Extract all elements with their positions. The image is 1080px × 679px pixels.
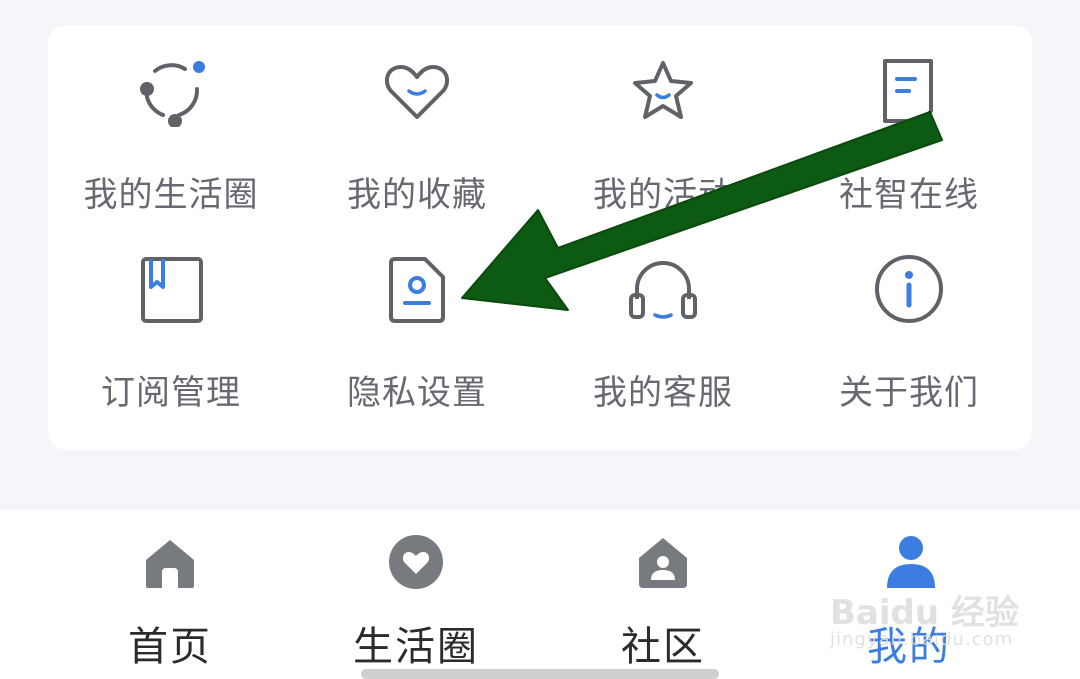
star-icon bbox=[633, 61, 693, 119]
grid-item-label: 订阅管理 bbox=[101, 373, 241, 413]
grid-item-social-online[interactable]: 社智在线 bbox=[786, 25, 1032, 225]
grid-item-my-activities[interactable]: 我的活动 bbox=[540, 25, 786, 225]
watermark-sub: jingyan.baidu.com bbox=[830, 629, 1014, 650]
grid-item-about-us[interactable]: 关于我们 bbox=[786, 223, 1032, 423]
grid-item-label: 我的生活圈 bbox=[83, 175, 259, 215]
tab-label: 社区 bbox=[621, 624, 705, 670]
heart-icon bbox=[384, 65, 450, 119]
grid-item-label: 关于我们 bbox=[839, 373, 979, 413]
grid-item-label: 社智在线 bbox=[839, 175, 979, 215]
grid-item-customer-service[interactable]: 我的客服 bbox=[540, 223, 786, 423]
watermark-main: Baidu 经验 bbox=[830, 593, 1019, 633]
tab-community[interactable]: 社区 bbox=[528, 510, 798, 679]
feature-card: 我的生活圈 我的收藏 我的活动 社智在线 订阅管理 隐私设置 我的客服 关于我们 bbox=[48, 25, 1032, 450]
user-group-icon bbox=[887, 536, 935, 588]
headphones-icon bbox=[629, 261, 697, 319]
heart-location-icon bbox=[389, 535, 443, 589]
grid-item-my-favorites[interactable]: 我的收藏 bbox=[294, 25, 540, 225]
privacy-file-icon bbox=[389, 257, 445, 323]
tab-label: 生活圈 bbox=[353, 624, 479, 670]
bookmark-book-icon bbox=[141, 257, 203, 323]
tab-life-circle[interactable]: 生活圈 bbox=[281, 510, 551, 679]
grid-item-privacy-settings[interactable]: 隐私设置 bbox=[294, 223, 540, 423]
grid-item-subscription-management[interactable]: 订阅管理 bbox=[48, 223, 294, 423]
grid-item-label: 我的活动 bbox=[593, 175, 733, 215]
tab-label: 首页 bbox=[128, 624, 212, 670]
grid-item-my-life-circle[interactable]: 我的生活圈 bbox=[48, 25, 294, 225]
tab-home[interactable]: 首页 bbox=[35, 510, 305, 679]
community-house-icon bbox=[639, 538, 687, 588]
circle-network-icon bbox=[140, 61, 205, 127]
home-icon bbox=[146, 540, 194, 588]
grid-item-label: 我的客服 bbox=[593, 373, 733, 413]
document-icon bbox=[883, 59, 933, 123]
watermark: Baidu 经验 jingyan.baidu.com bbox=[830, 585, 1030, 655]
info-icon bbox=[875, 255, 943, 323]
grid-item-label: 我的收藏 bbox=[347, 175, 487, 215]
home-indicator bbox=[361, 669, 719, 679]
grid-item-label: 隐私设置 bbox=[347, 373, 487, 413]
